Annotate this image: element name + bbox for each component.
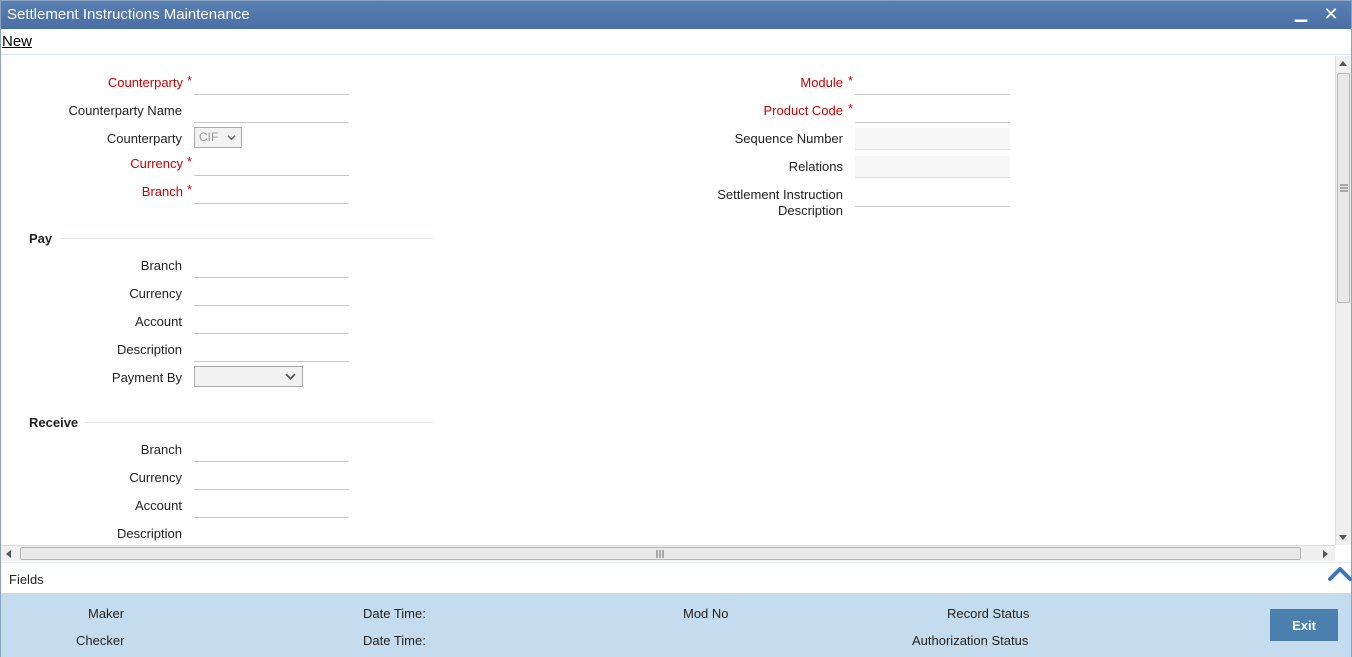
- scroll-right-icon[interactable]: [1323, 550, 1328, 558]
- grip-icon: [1340, 184, 1348, 192]
- record-status-label: Record Status: [947, 606, 1030, 621]
- counterparty-type-label: Counterparty: [106, 131, 182, 146]
- receive-branch-label: Branch: [140, 442, 182, 457]
- required-mark: *: [848, 101, 854, 116]
- sequence-number-label: Sequence Number: [734, 131, 843, 146]
- required-mark: *: [187, 182, 193, 197]
- receive-branch-input[interactable]: [194, 440, 349, 462]
- horizontal-scroll-thumb[interactable]: [20, 547, 1301, 560]
- pay-branch-label: Branch: [140, 258, 182, 273]
- window-title: Settlement Instructions Maintenance: [7, 6, 250, 23]
- receive-account-input[interactable]: [194, 496, 349, 518]
- close-icon[interactable]: ✕: [1320, 3, 1342, 25]
- scroll-up-icon[interactable]: [1339, 61, 1347, 66]
- pay-description-input[interactable]: [194, 340, 349, 362]
- audit-footer: Maker Checker Date Time: Date Time: Mod …: [1, 593, 1351, 657]
- relations-input: [855, 156, 1010, 178]
- settlement-description-label-line1: Settlement Instruction: [717, 187, 843, 202]
- receive-section-header: Receive: [29, 415, 79, 430]
- checker-label: Checker: [76, 633, 125, 648]
- receive-currency-input[interactable]: [194, 468, 349, 490]
- mod-no-label: Mod No: [683, 606, 729, 621]
- payment-by-select[interactable]: [194, 366, 303, 387]
- pay-section-header: Pay: [29, 231, 53, 246]
- product-code-label: Product Code: [763, 103, 844, 118]
- pay-account-label: Account: [135, 314, 182, 329]
- sequence-number-input: [855, 128, 1010, 150]
- counterparty-name-label: Counterparty Name: [68, 103, 182, 118]
- exit-button[interactable]: Exit: [1270, 609, 1338, 641]
- counterparty-type-select[interactable]: CIF: [194, 127, 242, 148]
- fields-button[interactable]: Fields: [9, 572, 44, 587]
- pay-currency-label: Currency: [129, 286, 182, 301]
- receive-currency-label: Currency: [129, 470, 182, 485]
- relations-label: Relations: [788, 159, 843, 174]
- currency-input[interactable]: [194, 154, 349, 176]
- product-code-input[interactable]: [855, 101, 1010, 123]
- counterparty-label: Counterparty: [107, 75, 183, 90]
- title-bar: Settlement Instructions Maintenance ▁ ✕: [1, 1, 1351, 29]
- module-input[interactable]: [855, 73, 1010, 95]
- pay-description-label: Description: [116, 342, 182, 357]
- form-content: Counterparty * Counterparty Name Counter…: [1, 56, 1335, 545]
- maker-label: Maker: [88, 606, 125, 621]
- pay-branch-input[interactable]: [194, 256, 349, 278]
- settlement-description-label-line2: Description: [777, 203, 843, 218]
- required-mark: *: [187, 154, 193, 169]
- branch-label: Branch: [141, 184, 183, 199]
- fields-bar: Fields: [1, 562, 1352, 593]
- receive-description-label: Description: [116, 526, 182, 541]
- payment-by-label: Payment By: [111, 370, 182, 385]
- currency-label: Currency: [130, 156, 183, 171]
- authorization-status-label: Authorization Status: [912, 633, 1029, 648]
- pay-section-divider: [61, 238, 433, 239]
- counterparty-type-value: CIF: [199, 130, 219, 144]
- maker-date-time-label: Date Time:: [363, 606, 426, 621]
- counterparty-input[interactable]: [194, 73, 349, 95]
- chevron-up-icon[interactable]: [1328, 563, 1352, 585]
- scroll-left-icon[interactable]: [6, 550, 11, 558]
- counterparty-name-input[interactable]: [194, 101, 349, 123]
- chevron-down-icon: [285, 373, 296, 380]
- chevron-down-icon: [227, 135, 236, 141]
- new-button[interactable]: New: [2, 33, 32, 50]
- scroll-down-icon[interactable]: [1339, 535, 1347, 540]
- grip-icon: [656, 550, 664, 558]
- pay-currency-input[interactable]: [194, 284, 349, 306]
- receive-description-input[interactable]: [194, 524, 349, 545]
- required-mark: *: [187, 73, 193, 88]
- checker-date-time-label: Date Time:: [363, 633, 426, 648]
- branch-input[interactable]: [194, 182, 349, 204]
- horizontal-scrollbar[interactable]: [1, 545, 1335, 561]
- receive-account-label: Account: [135, 498, 182, 513]
- vertical-scroll-thumb[interactable]: [1337, 73, 1350, 303]
- module-label: Module: [800, 75, 843, 90]
- settlement-description-input[interactable]: [855, 185, 1010, 207]
- pay-account-input[interactable]: [194, 312, 349, 334]
- receive-section-divider: [85, 422, 433, 423]
- vertical-scrollbar[interactable]: [1335, 56, 1351, 545]
- minimize-icon[interactable]: ▁: [1290, 3, 1312, 25]
- required-mark: *: [848, 73, 854, 88]
- settlement-window: Settlement Instructions Maintenance ▁ ✕ …: [0, 0, 1352, 657]
- toolbar: New: [1, 29, 1351, 55]
